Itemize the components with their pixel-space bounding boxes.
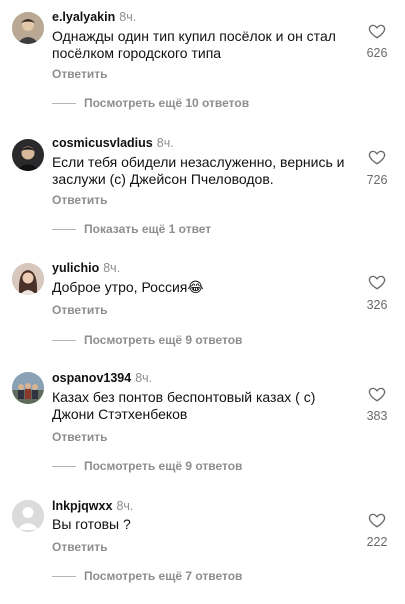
username[interactable]: ospanov1394 <box>52 371 131 385</box>
username[interactable]: yulichio <box>52 261 99 275</box>
comment-text: Вы готовы ? <box>52 516 131 532</box>
avatar-woman-icon <box>12 263 44 295</box>
comment-text: Доброе утро, Россия😂 <box>52 279 204 295</box>
heart-icon <box>368 150 386 165</box>
view-more-replies-button[interactable]: Посмотреть ещё 10 ответов <box>52 95 249 111</box>
divider-line <box>52 228 76 230</box>
like-button[interactable] <box>368 511 386 529</box>
view-more-replies-button[interactable]: Посмотреть ещё 9 ответов <box>52 332 242 348</box>
divider-line <box>52 465 76 467</box>
username[interactable]: cosmicusvladius <box>52 136 153 150</box>
comment-item: e.lyalyakin 8ч. Однажды один тип купил по… <box>0 0 405 120</box>
comment-item: lnkpjqwxx 8ч. Вы готовы ? Ответить 222 По… <box>0 492 405 604</box>
reply-button[interactable]: Ответить <box>52 540 107 554</box>
comment-header: yulichio 8ч. <box>52 261 120 275</box>
like-count: 222 <box>366 535 388 549</box>
heart-icon <box>368 24 386 39</box>
comment-header: lnkpjqwxx 8ч. <box>52 499 133 513</box>
view-more-replies-button[interactable]: Показать ещё 1 ответ <box>52 221 211 237</box>
view-more-replies-label: Посмотреть ещё 9 ответов <box>84 333 243 347</box>
heart-icon <box>368 513 386 528</box>
like-count: 626 <box>366 46 388 60</box>
divider-line <box>52 575 76 577</box>
reply-button[interactable]: Ответить <box>52 303 107 317</box>
heart-icon <box>368 275 386 290</box>
comment-header: e.lyalyakin 8ч. <box>52 10 136 24</box>
avatar-man-dark-icon <box>12 139 44 171</box>
view-more-replies-button[interactable]: Посмотреть ещё 7 ответов <box>52 568 242 584</box>
view-more-replies-button[interactable]: Посмотреть ещё 9 ответов <box>52 458 242 474</box>
comment-text: Казах без понтов беспонтовый казах ( с) … <box>52 389 316 422</box>
timestamp: 8ч. <box>135 371 153 385</box>
like-button[interactable] <box>368 385 386 403</box>
avatar-default-icon <box>12 500 44 532</box>
avatar[interactable] <box>12 372 44 404</box>
comment-header: cosmicusvladius 8ч. <box>52 136 174 150</box>
comment-item: cosmicusvladius 8ч. Если тебя обидели нез… <box>0 127 405 245</box>
like-count: 726 <box>366 173 388 187</box>
comment-text: Если тебя обидели незаслуженно, вернись … <box>52 154 345 187</box>
reply-button[interactable]: Ответить <box>52 67 107 81</box>
avatar[interactable] <box>12 263 44 295</box>
view-more-replies-label: Посмотреть ещё 9 ответов <box>84 459 243 473</box>
view-more-replies-label: Показать ещё 1 ответ <box>84 222 212 236</box>
like-button[interactable] <box>368 22 386 40</box>
timestamp: 8ч. <box>103 261 121 275</box>
timestamp: 8ч. <box>116 499 134 513</box>
comment-item: yulichio 8ч. Доброе утро, Россия😂 Ответит… <box>0 255 405 355</box>
avatar[interactable] <box>12 139 44 171</box>
like-button[interactable] <box>368 273 386 291</box>
reply-button[interactable]: Ответить <box>52 430 107 444</box>
view-more-replies-label: Посмотреть ещё 7 ответов <box>84 569 243 583</box>
divider-line <box>52 102 76 104</box>
view-more-replies-label: Посмотреть ещё 10 ответов <box>84 96 250 110</box>
avatar[interactable] <box>12 12 44 44</box>
heart-icon <box>368 387 386 402</box>
avatar[interactable] <box>12 500 44 532</box>
avatar-group-icon <box>12 372 44 404</box>
like-button[interactable] <box>368 148 386 166</box>
reply-button[interactable]: Ответить <box>52 193 107 207</box>
username[interactable]: e.lyalyakin <box>52 10 115 24</box>
comment-item: ospanov1394 8ч. Казах без понтов беспонто… <box>0 365 405 480</box>
like-count: 383 <box>366 409 388 423</box>
avatar-man-icon <box>12 12 44 44</box>
divider-line <box>52 339 76 341</box>
comment-text: Однажды один тип купил посёлок и он стал… <box>52 28 336 61</box>
username[interactable]: lnkpjqwxx <box>52 499 112 513</box>
like-count: 326 <box>366 298 388 312</box>
timestamp: 8ч. <box>119 10 137 24</box>
timestamp: 8ч. <box>156 136 174 150</box>
comment-header: ospanov1394 8ч. <box>52 371 152 385</box>
